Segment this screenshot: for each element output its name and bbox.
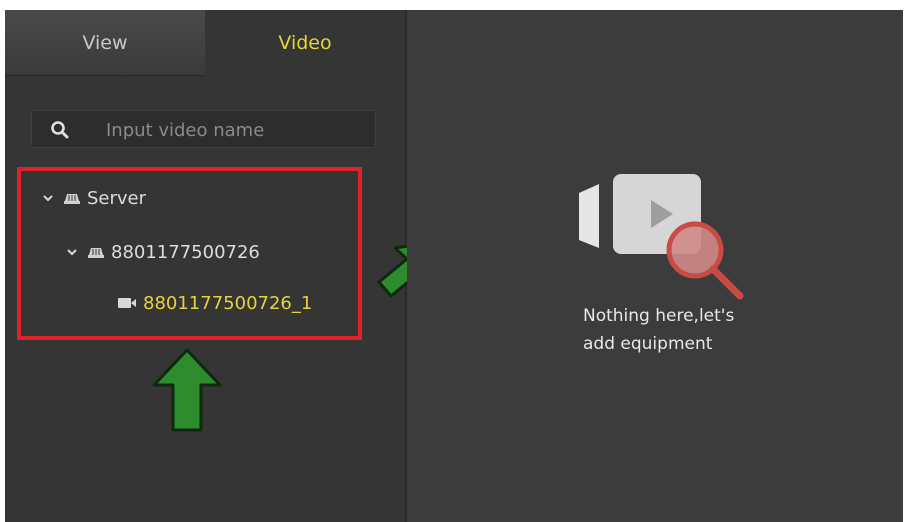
chevron-down-icon[interactable] xyxy=(41,191,55,205)
tree-node-label: 8801177500726 xyxy=(111,241,260,263)
empty-state-line1: Nothing here,let's xyxy=(583,306,735,326)
camera-icon xyxy=(118,298,136,308)
search-box xyxy=(31,110,376,148)
tab-view[interactable]: View xyxy=(5,10,205,76)
app-window: View Video Serve xyxy=(5,10,903,522)
tree-node-device[interactable]: 8801177500726 xyxy=(65,238,260,266)
device-tree: Server 8801177500726 8801177500726_1 xyxy=(17,167,362,340)
tree-node-channel[interactable]: 8801177500726_1 xyxy=(117,289,312,317)
up-arrow-annotation xyxy=(152,348,222,432)
server-icon xyxy=(64,194,80,204)
chevron-down-icon[interactable] xyxy=(65,245,79,259)
tree-node-label: 8801177500726_1 xyxy=(143,292,313,314)
tree-node-server[interactable]: Server xyxy=(41,184,146,212)
device-icon xyxy=(88,248,104,258)
left-panel: View Video Serve xyxy=(5,10,405,522)
search-icon xyxy=(51,121,69,139)
empty-state-line2: add equipment xyxy=(583,334,713,354)
video-search-icon xyxy=(579,174,744,300)
tab-bar: View Video xyxy=(5,10,405,76)
search-input[interactable] xyxy=(104,115,368,145)
right-panel: Nothing here,let's add equipment xyxy=(407,10,903,522)
tab-video[interactable]: Video xyxy=(205,10,405,76)
empty-state-message: Nothing here,let's add equipment xyxy=(583,302,803,358)
tree-node-label: Server xyxy=(87,187,147,209)
